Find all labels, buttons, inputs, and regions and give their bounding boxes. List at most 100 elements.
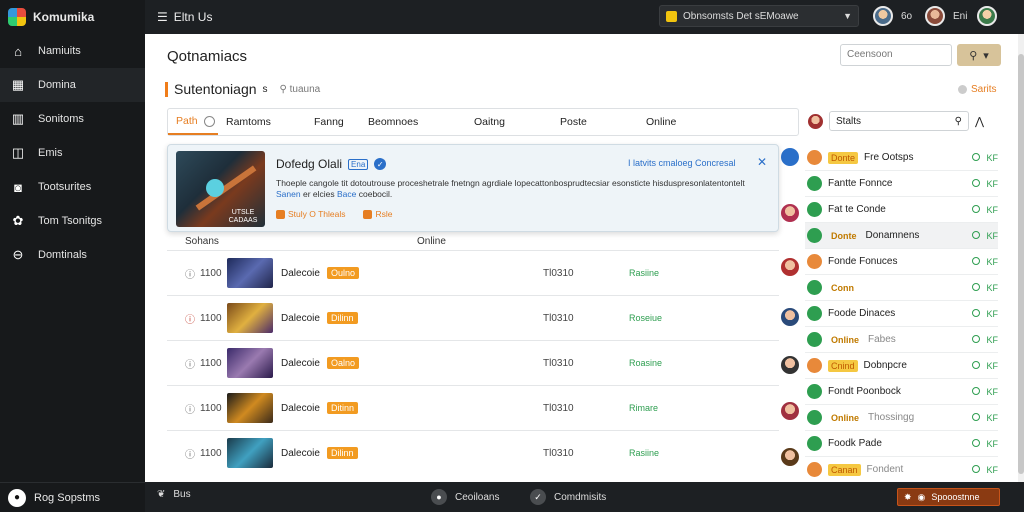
avatar xyxy=(781,148,799,166)
tab[interactable]: Path xyxy=(168,109,218,135)
bottom-item-left[interactable]: ❦ Bus xyxy=(157,489,191,500)
desc-link[interactable]: Sanen xyxy=(276,189,301,199)
desc-link[interactable]: Bace xyxy=(337,189,356,199)
sidebar-item[interactable]: ▦ Domina xyxy=(0,68,145,102)
gear-icon: ✿ xyxy=(12,213,24,228)
player-badge: Donte xyxy=(831,230,857,241)
meta-item[interactable]: Rsle xyxy=(363,209,393,220)
player-badge: Donte xyxy=(828,151,859,164)
row-tag: Ditinn xyxy=(327,402,359,414)
sidebar-item[interactable]: ◙ Tootsurites xyxy=(0,170,145,204)
player-row[interactable]: Online Fabes KF xyxy=(805,327,998,353)
grid-icon: ▦ xyxy=(11,77,25,92)
bottom-item-mid1[interactable]: ● Ceoiloans xyxy=(431,489,499,505)
game-thumbnail[interactable] xyxy=(227,303,273,333)
player-row[interactable]: Fantte Fonnce KF xyxy=(805,171,998,197)
sidebar-item[interactable]: ◫ Emis xyxy=(0,136,145,170)
sidebar-item[interactable]: ✿ Tom Tsonitgs xyxy=(0,204,145,238)
player-row[interactable]: Fonde Fonuces KF xyxy=(805,249,998,275)
player-name: Fondt Poonbock xyxy=(828,386,901,397)
player-row[interactable]: Cnind Dobnpcre KF xyxy=(805,353,998,379)
table-row[interactable]: ⓘ 1100 Dalecoie Oulno Tl0310 Rasiine xyxy=(167,250,779,295)
player-name: Dobnpcre xyxy=(863,360,907,371)
search-input[interactable]: Ceensoon xyxy=(840,44,952,66)
flag-label: KF xyxy=(986,386,998,397)
bottom-item-label: Bus xyxy=(173,489,191,500)
player-row[interactable]: Foode Dinaces KF xyxy=(805,301,998,327)
panel-search-input[interactable]: Stalts ⚲ xyxy=(829,111,969,131)
player-row[interactable]: Donte Donamnens KF xyxy=(805,223,998,249)
close-icon[interactable]: ✕ xyxy=(757,155,767,169)
player-row[interactable]: Conn KF xyxy=(805,275,998,301)
sidebar-footer[interactable]: ● Rog Sopstms xyxy=(0,482,145,512)
user-menu-2[interactable]: Eni xyxy=(925,6,967,26)
game-thumbnail[interactable] xyxy=(227,438,273,468)
tab[interactable]: Poste xyxy=(552,109,638,135)
player-row[interactable]: Foodk Pade KF xyxy=(805,431,998,457)
topbar-select[interactable]: Obnsomsts Det sEMoawe ▼ xyxy=(659,5,859,27)
flag-label: KF xyxy=(986,152,998,163)
player-flags: KF xyxy=(972,152,998,163)
tab[interactable]: Oaitng xyxy=(466,109,552,135)
game-thumbnail[interactable] xyxy=(227,393,273,423)
bottom-action-button[interactable]: ✸ ◉ Spooostnne xyxy=(897,488,1000,506)
game-thumbnail[interactable]: UTSLE CADAAS xyxy=(176,151,265,227)
info-icon[interactable]: ⓘ xyxy=(185,266,195,281)
user-menu-1[interactable]: 6o xyxy=(873,6,912,26)
card-title: Dofedg Olali Ena ✓ xyxy=(276,157,387,171)
player-name: Foodk Pade xyxy=(828,438,882,449)
table-row[interactable]: ⓘ 1100 Dalecoie Ditinn Tl0310 Rimare xyxy=(167,385,779,430)
tab[interactable]: Fanng xyxy=(306,109,360,135)
player-row[interactable]: Fat te Conde KF xyxy=(805,197,998,223)
player-flags: KF xyxy=(972,438,998,449)
sort-icon[interactable]: ⋀ xyxy=(975,115,984,128)
bottom-item-mid2[interactable]: ✓ Comdmisits xyxy=(530,489,606,505)
row-status: Rimare xyxy=(629,403,659,413)
menu-icon[interactable]: ☰ xyxy=(157,10,168,24)
section-title: Sutentoniagn s ⚲ tuauna xyxy=(165,81,320,97)
tab[interactable]: Ramtoms xyxy=(218,109,306,135)
section-search[interactable]: ⚲ tuauna xyxy=(280,84,321,95)
flag-label: KF xyxy=(986,204,998,215)
table-row[interactable]: ⓘ 1100 Dalecoie Dilinn Tl0310 Roseiue xyxy=(167,295,779,340)
game-thumbnail[interactable] xyxy=(227,348,273,378)
status-icon xyxy=(807,280,822,295)
player-row[interactable]: Fondt Poonbock KF xyxy=(805,379,998,405)
search-button[interactable]: ⚲ ▾ xyxy=(957,44,1001,66)
info-icon[interactable]: ⓘ xyxy=(185,311,195,326)
flag-label: KF xyxy=(986,334,998,345)
gem-shape xyxy=(206,179,224,197)
topbar-title[interactable]: ☰ Eltn Us xyxy=(157,10,212,24)
user-menu-3[interactable] xyxy=(977,6,997,26)
brand[interactable]: Komumika xyxy=(0,0,145,34)
sidebar-item[interactable]: ⌂ Namiuits xyxy=(0,34,145,68)
player-row[interactable]: Donte Fre Ootsps KF xyxy=(805,145,998,171)
card-link[interactable]: I latvits cmaloeg Concresal xyxy=(628,158,736,168)
sort-link[interactable]: Sarits xyxy=(958,84,997,95)
globe-icon xyxy=(972,308,981,317)
globe-icon xyxy=(972,360,981,369)
scrollbar-thumb[interactable] xyxy=(1018,54,1024,474)
player-row[interactable]: Online Thossingg KF xyxy=(805,405,998,431)
info-icon[interactable]: ⓘ xyxy=(185,401,195,416)
player-flags: KF xyxy=(972,204,998,215)
tab[interactable]: Beomnoes xyxy=(360,109,466,135)
flag-label: KF xyxy=(986,178,998,189)
info-icon[interactable]: ⓘ xyxy=(185,446,195,461)
tab-label: Oaitng xyxy=(474,116,505,128)
player-row[interactable]: Canan Fondent KF xyxy=(805,457,998,483)
info-icon[interactable]: ⓘ xyxy=(185,356,195,371)
row-status: Rasiine xyxy=(629,448,660,458)
tab-bar: Path Ramtoms Fanng Beomnoes Oaitng Poste Onlin… xyxy=(167,108,799,136)
table-row[interactable]: ⓘ 1100 Dalecoie Dilinn Tl0310 Rasiine xyxy=(167,430,779,475)
meta-item[interactable]: Stuly O Thleals xyxy=(276,209,345,220)
scrollbar[interactable] xyxy=(1018,34,1024,482)
sidebar-item[interactable]: ⊖ Domtinals xyxy=(0,238,145,272)
table-row[interactable]: ⓘ 1100 Dalecoie Oalno Tl0310 Roasine xyxy=(167,340,779,385)
player-name: Fat te Conde xyxy=(828,204,886,215)
tab[interactable]: Online xyxy=(638,109,698,135)
game-thumbnail[interactable] xyxy=(227,258,273,288)
row-name: Dalecoie xyxy=(281,312,320,324)
sidebar-item[interactable]: ▥ Sonitoms xyxy=(0,102,145,136)
flag-label: KF xyxy=(986,464,998,475)
